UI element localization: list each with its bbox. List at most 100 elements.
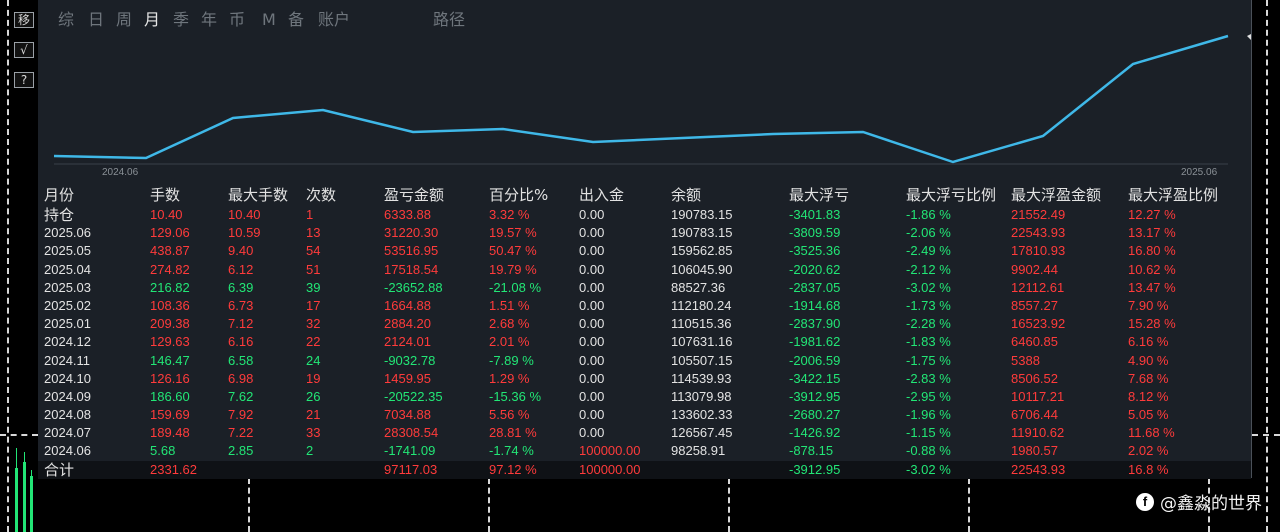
monthly-table: 月份 手数 最大手数 次数 盈亏金额 百分比% 出入金 余额 最大浮亏 最大浮亏比例 最大浮盈金额 最… (38, 184, 1251, 479)
cell-pnl: 17518.54 (384, 261, 439, 277)
cell-flow: 0.00 (579, 334, 605, 350)
cell-max_dd_pct: -2.06 % (906, 225, 951, 241)
cell-max_lots: 6.12 (228, 261, 254, 277)
cell-balance: 106045.90 (671, 261, 733, 277)
holding-max_fp_pct: 12.27 % (1128, 207, 1176, 222)
cell-max_fp: 17810.93 (1011, 243, 1066, 259)
cell-max_fp_pct: 11.68 % (1128, 425, 1175, 441)
watermark-text: @鑫淼的世界 (1160, 494, 1262, 514)
cell-count: 54 (306, 243, 321, 259)
cell-month: 2024.07 (44, 425, 91, 441)
tab-1[interactable]: 日 (88, 8, 104, 32)
cell-balance: 126567.45 (671, 425, 733, 441)
cell-max_dd: -3525.36 (789, 243, 841, 259)
tab-4[interactable]: 季 (173, 8, 189, 32)
total-lots: 2331.62 (150, 461, 197, 477)
cell-pnl: 31220.30 (384, 225, 439, 241)
grid-vline (7, 0, 9, 532)
table-row: 2024.08 159.69 7.92 21 7034.88 5.56 % 0.00 1336… (38, 406, 1251, 424)
holding-lots: 10.40 (150, 207, 183, 222)
cell-count: 2 (306, 443, 314, 459)
cell-pct: -21.08 % (489, 279, 542, 295)
tab-9[interactable]: 账户 (318, 8, 350, 32)
cell-lots: 186.60 (150, 388, 190, 404)
cell-pct: -15.36 % (489, 388, 542, 404)
cell-count: 21 (306, 407, 321, 423)
cell-max_fp_pct: 4.90 % (1128, 352, 1169, 368)
cell-max_fp_pct: 6.16 % (1128, 334, 1169, 350)
cell-max_lots: 6.58 (228, 352, 254, 368)
holding-pct: 3.32 % (489, 207, 530, 222)
holding-pnl: 6333.88 (384, 207, 431, 222)
tab-5[interactable]: 年 (201, 8, 217, 32)
cell-month: 2024.12 (44, 334, 91, 350)
cell-max_lots: 10.59 (228, 225, 261, 241)
table-row: 2024.10 126.16 6.98 19 1459.95 1.29 % 0.00 1145… (38, 370, 1251, 388)
grid-vline (1266, 0, 1268, 532)
cell-max_lots: 6.98 (228, 370, 254, 386)
cell-month: 2024.08 (44, 407, 91, 423)
help-button[interactable]: ? (14, 72, 34, 88)
header-cell: 月份 (44, 186, 75, 204)
tab-0[interactable]: 综 (58, 8, 74, 32)
cell-pct: 1.29 % (489, 370, 530, 386)
cell-pct: 50.47 % (489, 243, 537, 259)
table-row: 2025.03 216.82 6.39 39 -23652.88 -21.08 % 0.00… (38, 279, 1251, 297)
cell-pct: 28.81 % (489, 425, 537, 441)
table-row: 2025.06 129.06 10.59 13 31220.30 19.57 % 0.00 1… (38, 224, 1251, 242)
tab-6[interactable]: 币 (229, 8, 245, 32)
cell-lots: 126.16 (150, 370, 190, 386)
monthly-report-panel: 综日周月季年币 M 备账户 路径 2024.06 2025.06 月份 手数 最大手数 次数… (38, 0, 1252, 479)
chart-end-marker (1247, 34, 1251, 40)
cell-lots: 209.38 (150, 316, 190, 332)
cell-max_dd: -2680.27 (789, 407, 841, 423)
check-button[interactable]: √ (14, 42, 34, 58)
cell-max_fp: 6460.85 (1011, 334, 1058, 350)
cell-flow: 100000.00 (579, 443, 641, 459)
cell-flow: 0.00 (579, 388, 605, 404)
facebook-icon: f (1136, 492, 1154, 511)
cell-lots: 129.06 (150, 225, 190, 241)
cell-lots: 129.63 (150, 334, 190, 350)
cell-max_dd_pct: -1.96 % (906, 407, 951, 423)
cell-max_fp: 8557.27 (1011, 297, 1058, 313)
total-max_dd_pct: -3.02 % (906, 461, 951, 477)
holding-label: 持仓 (44, 206, 75, 224)
cell-balance: 112180.24 (671, 297, 732, 313)
cell-max_fp_pct: 13.17 % (1128, 225, 1176, 241)
cell-lots: 108.36 (150, 297, 190, 313)
cell-flow: 0.00 (579, 407, 605, 423)
tab-7[interactable]: M (262, 8, 276, 32)
cell-max_dd_pct: -2.83 % (906, 370, 951, 386)
grid-vline (728, 478, 730, 532)
cell-max_dd: -2006.59 (789, 352, 841, 368)
table-row: 2024.06 5.68 2.85 2 -1741.09 -1.74 % 100000.00… (38, 442, 1251, 460)
cell-flow: 0.00 (579, 279, 605, 295)
move-button[interactable]: 移 (14, 12, 34, 28)
cell-pct: 19.79 % (489, 261, 537, 277)
cell-max_fp_pct: 13.47 % (1128, 279, 1176, 295)
cell-balance: 98258.91 (671, 443, 726, 459)
tab-8[interactable]: 备 (288, 8, 304, 32)
header-cell: 最大浮亏比例 (906, 186, 997, 204)
cell-max_dd: -1426.92 (789, 425, 841, 441)
cell-lots: 159.69 (150, 407, 190, 423)
total-pct: 97.12 % (489, 461, 537, 477)
tab-10[interactable]: 路径 (433, 8, 465, 32)
cell-balance: 105507.15 (671, 352, 733, 368)
cell-pnl: -9032.78 (384, 352, 436, 368)
cell-max_lots: 7.92 (228, 407, 254, 423)
cell-balance: 159562.85 (671, 243, 733, 259)
cell-flow: 0.00 (579, 425, 605, 441)
cell-pnl: 1664.88 (384, 297, 431, 313)
cell-max_dd_pct: -0.88 % (906, 443, 951, 459)
cell-max_fp: 16523.92 (1011, 316, 1066, 332)
holding-balance: 190783.15 (671, 207, 733, 222)
cell-lots: 438.87 (150, 243, 190, 259)
tab-3[interactable]: 月 (144, 8, 160, 32)
cell-max_dd: -3422.15 (789, 370, 841, 386)
cell-flow: 0.00 (579, 370, 605, 386)
x-start-label: 2024.06 (102, 167, 139, 178)
tab-2[interactable]: 周 (116, 8, 132, 32)
table-row: 2025.02 108.36 6.73 17 1664.88 1.51 % 0.00 1121… (38, 297, 1251, 315)
